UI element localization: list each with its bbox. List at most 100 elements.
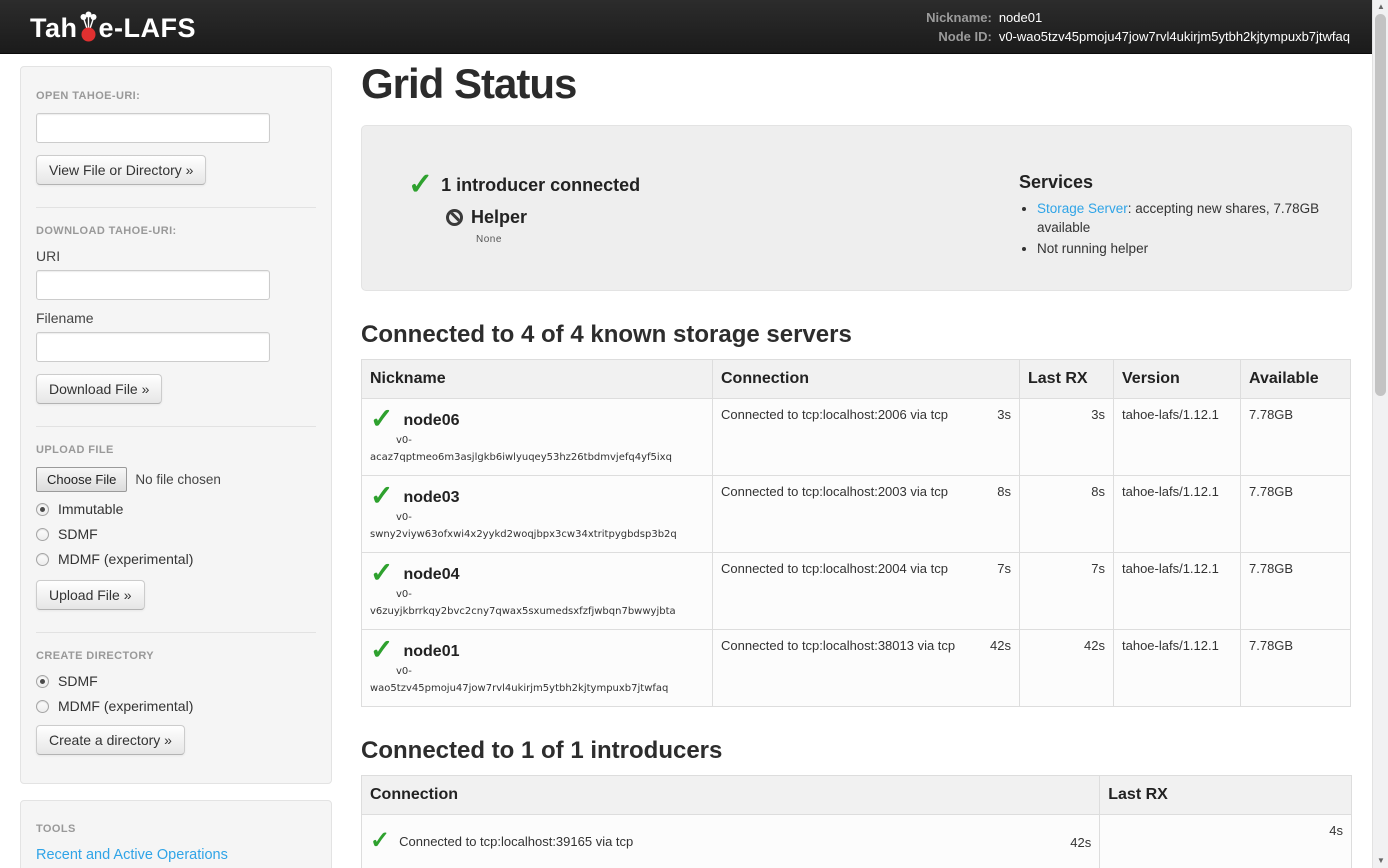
- col-nickname: Nickname: [362, 360, 713, 399]
- server-peerid: v0-wao5tzv45pmoju47jow7rvl4ukirjm5ytbh2k…: [370, 663, 704, 697]
- helper-value: None: [476, 234, 1019, 245]
- mkdir-format-radio-selected[interactable]: [36, 675, 49, 688]
- nickname-cell: ✓ node04 v0-v6zuyjkbrrkqy2bvc2cny7qwax5s…: [362, 553, 713, 630]
- recent-operations-link[interactable]: Recent and Active Operations: [36, 847, 228, 863]
- upload-format-radio-label: SDMF: [58, 526, 98, 542]
- available-cell: 7.78GB: [1241, 630, 1351, 707]
- col-available: Available: [1241, 360, 1351, 399]
- connection-cell: 7s Connected to tcp:localhost:2004 via t…: [713, 553, 1020, 630]
- introducers-table: Connection Last RX 42s ✓ Connected to tc…: [361, 775, 1352, 868]
- mkdir-format-radio[interactable]: [36, 700, 49, 713]
- connection-cell: 3s Connected to tcp:localhost:2006 via t…: [713, 399, 1020, 476]
- server-connected-check-icon: ✓: [370, 407, 393, 431]
- download-uri-input[interactable]: [36, 270, 270, 300]
- open-uri-section: OPEN TAHOE-URI: View File or Directory »: [36, 73, 316, 207]
- server-nickname: node03: [403, 484, 459, 507]
- sidebar-tools-panel: TOOLS Recent and Active Operations: [20, 800, 332, 868]
- nickname-value: node01: [999, 9, 1350, 26]
- filename-field-label: Filename: [36, 310, 316, 326]
- upload-format-radio[interactable]: [36, 553, 49, 566]
- server-connected-check-icon: ✓: [370, 561, 393, 585]
- version-cell: tahoe-lafs/1.12.1: [1114, 476, 1241, 553]
- logo-text-post: e-LAFS: [99, 15, 197, 42]
- last-rx-cell: 7s: [1020, 553, 1114, 630]
- node-info: Nickname: node01 Node ID: v0-wao5tzv45pm…: [926, 9, 1350, 45]
- connection-age: 7s: [997, 561, 1011, 576]
- create-directory-button[interactable]: Create a directory »: [36, 725, 185, 755]
- scroll-down-icon[interactable]: ▼: [1373, 854, 1388, 868]
- create-directory-label: CREATE DIRECTORY: [36, 650, 316, 662]
- view-file-button[interactable]: View File or Directory »: [36, 155, 206, 185]
- sidebar-forms-panel: OPEN TAHOE-URI: View File or Directory »…: [20, 66, 332, 784]
- services-column: Services Storage Server: accepting new s…: [1019, 172, 1341, 260]
- scrollbar-thumb[interactable]: [1375, 14, 1386, 396]
- upload-format-option[interactable]: MDMF (experimental): [36, 551, 316, 567]
- connection-text: Connected to tcp:localhost:2006 via tcp: [721, 407, 948, 422]
- nickname-cell: ✓ node06 v0-acaz7qptmeo6m3asjlgkb6iwlyuq…: [362, 399, 713, 476]
- upload-format-radio[interactable]: [36, 528, 49, 541]
- last-rx-cell: 3s: [1020, 399, 1114, 476]
- col-version: Version: [1114, 360, 1241, 399]
- upload-format-radio-selected[interactable]: [36, 503, 49, 516]
- connection-age: 8s: [997, 484, 1011, 499]
- open-uri-label: OPEN TAHOE-URI:: [36, 90, 316, 102]
- open-uri-input[interactable]: [36, 113, 270, 143]
- file-status-text: No file chosen: [135, 472, 221, 487]
- download-uri-section: DOWNLOAD TAHOE-URI: URI Filename Downloa…: [36, 207, 316, 426]
- server-nickname: node06: [403, 407, 459, 430]
- last-rx-cell: 8s: [1020, 476, 1114, 553]
- helper-none-icon: [446, 209, 463, 226]
- helper-title: Helper: [471, 207, 527, 228]
- service-item-storage: Storage Server: accepting new shares, 7.…: [1037, 199, 1333, 237]
- not-running-helper-text: Not running helper: [1037, 241, 1148, 256]
- mkdir-format-radio-label: MDMF (experimental): [58, 698, 193, 714]
- server-nickname: node01: [403, 638, 459, 661]
- storage-server-link[interactable]: Storage Server: [1037, 201, 1128, 216]
- download-file-button[interactable]: Download File »: [36, 374, 162, 404]
- connection-cell: 8s Connected to tcp:localhost:2003 via t…: [713, 476, 1020, 553]
- connection-cell: 42s Connected to tcp:localhost:38013 via…: [713, 630, 1020, 707]
- vertical-scrollbar[interactable]: ▲ ▼: [1372, 0, 1388, 868]
- download-filename-input[interactable]: [36, 332, 270, 362]
- introducers-heading: Connected to 1 of 1 introducers: [361, 737, 1352, 765]
- mkdir-format-radios: SDMF MDMF (experimental): [36, 673, 316, 714]
- scroll-up-icon[interactable]: ▲: [1373, 0, 1388, 14]
- connection-age: 42s: [990, 638, 1011, 653]
- introducer-connection-age: 42s: [1070, 823, 1091, 850]
- upload-format-option[interactable]: SDMF: [36, 526, 316, 542]
- version-cell: tahoe-lafs/1.12.1: [1114, 553, 1241, 630]
- storage-server-row: ✓ node04 v0-v6zuyjkbrrkqy2bvc2cny7qwax5s…: [362, 553, 1351, 630]
- tools-label: TOOLS: [36, 823, 316, 835]
- mkdir-format-option[interactable]: MDMF (experimental): [36, 698, 316, 714]
- upload-format-option[interactable]: Immutable: [36, 501, 316, 517]
- available-cell: 7.78GB: [1241, 476, 1351, 553]
- page-title: Grid Status: [361, 60, 1352, 108]
- nickname-label: Nickname:: [926, 9, 992, 26]
- col-last-rx: Last RX: [1020, 360, 1114, 399]
- col-intro-last-rx: Last RX: [1100, 776, 1352, 815]
- available-cell: 7.78GB: [1241, 553, 1351, 630]
- server-peerid: v0-v6zuyjkbrrkqy2bvc2cny7qwax5sxumedsxfz…: [370, 586, 704, 620]
- tahoe-lafs-logo[interactable]: Tah e-LAFS: [30, 11, 196, 42]
- logo-berry-icon: [79, 11, 98, 43]
- introducer-connection-cell: 42s ✓ Connected to tcp:localhost:39165 v…: [362, 815, 1100, 868]
- create-directory-section: CREATE DIRECTORY SDMF MDMF (experimental)…: [36, 632, 316, 777]
- top-navbar: Tah e-LAFS Nickname: node01 Node ID: v0-…: [0, 0, 1388, 54]
- server-connected-check-icon: ✓: [370, 484, 393, 508]
- sidebar: OPEN TAHOE-URI: View File or Directory »…: [20, 66, 332, 868]
- choose-file-button[interactable]: Choose File: [36, 467, 127, 492]
- upload-file-button[interactable]: Upload File »: [36, 580, 145, 610]
- storage-servers-heading: Connected to 4 of 4 known storage server…: [361, 321, 1352, 349]
- introducer-row: 42s ✓ Connected to tcp:localhost:39165 v…: [362, 815, 1352, 868]
- col-intro-connection: Connection: [362, 776, 1100, 815]
- col-connection: Connection: [713, 360, 1020, 399]
- introducer-connected-check-icon: ✓: [408, 172, 433, 198]
- grid-status-well: ✓ 1 introducer connected Helper None Ser…: [361, 125, 1352, 291]
- introducer-table-header-row: Connection Last RX: [362, 776, 1352, 815]
- upload-format-radios: Immutable SDMF MDMF (experimental): [36, 501, 316, 567]
- service-item-helper: Not running helper: [1037, 239, 1333, 258]
- server-peerid: v0-acaz7qptmeo6m3asjlgkb6iwlyuqey53hz26t…: [370, 432, 704, 466]
- connection-text: Connected to tcp:localhost:2004 via tcp: [721, 561, 948, 576]
- last-rx-cell: 42s: [1020, 630, 1114, 707]
- mkdir-format-option[interactable]: SDMF: [36, 673, 316, 689]
